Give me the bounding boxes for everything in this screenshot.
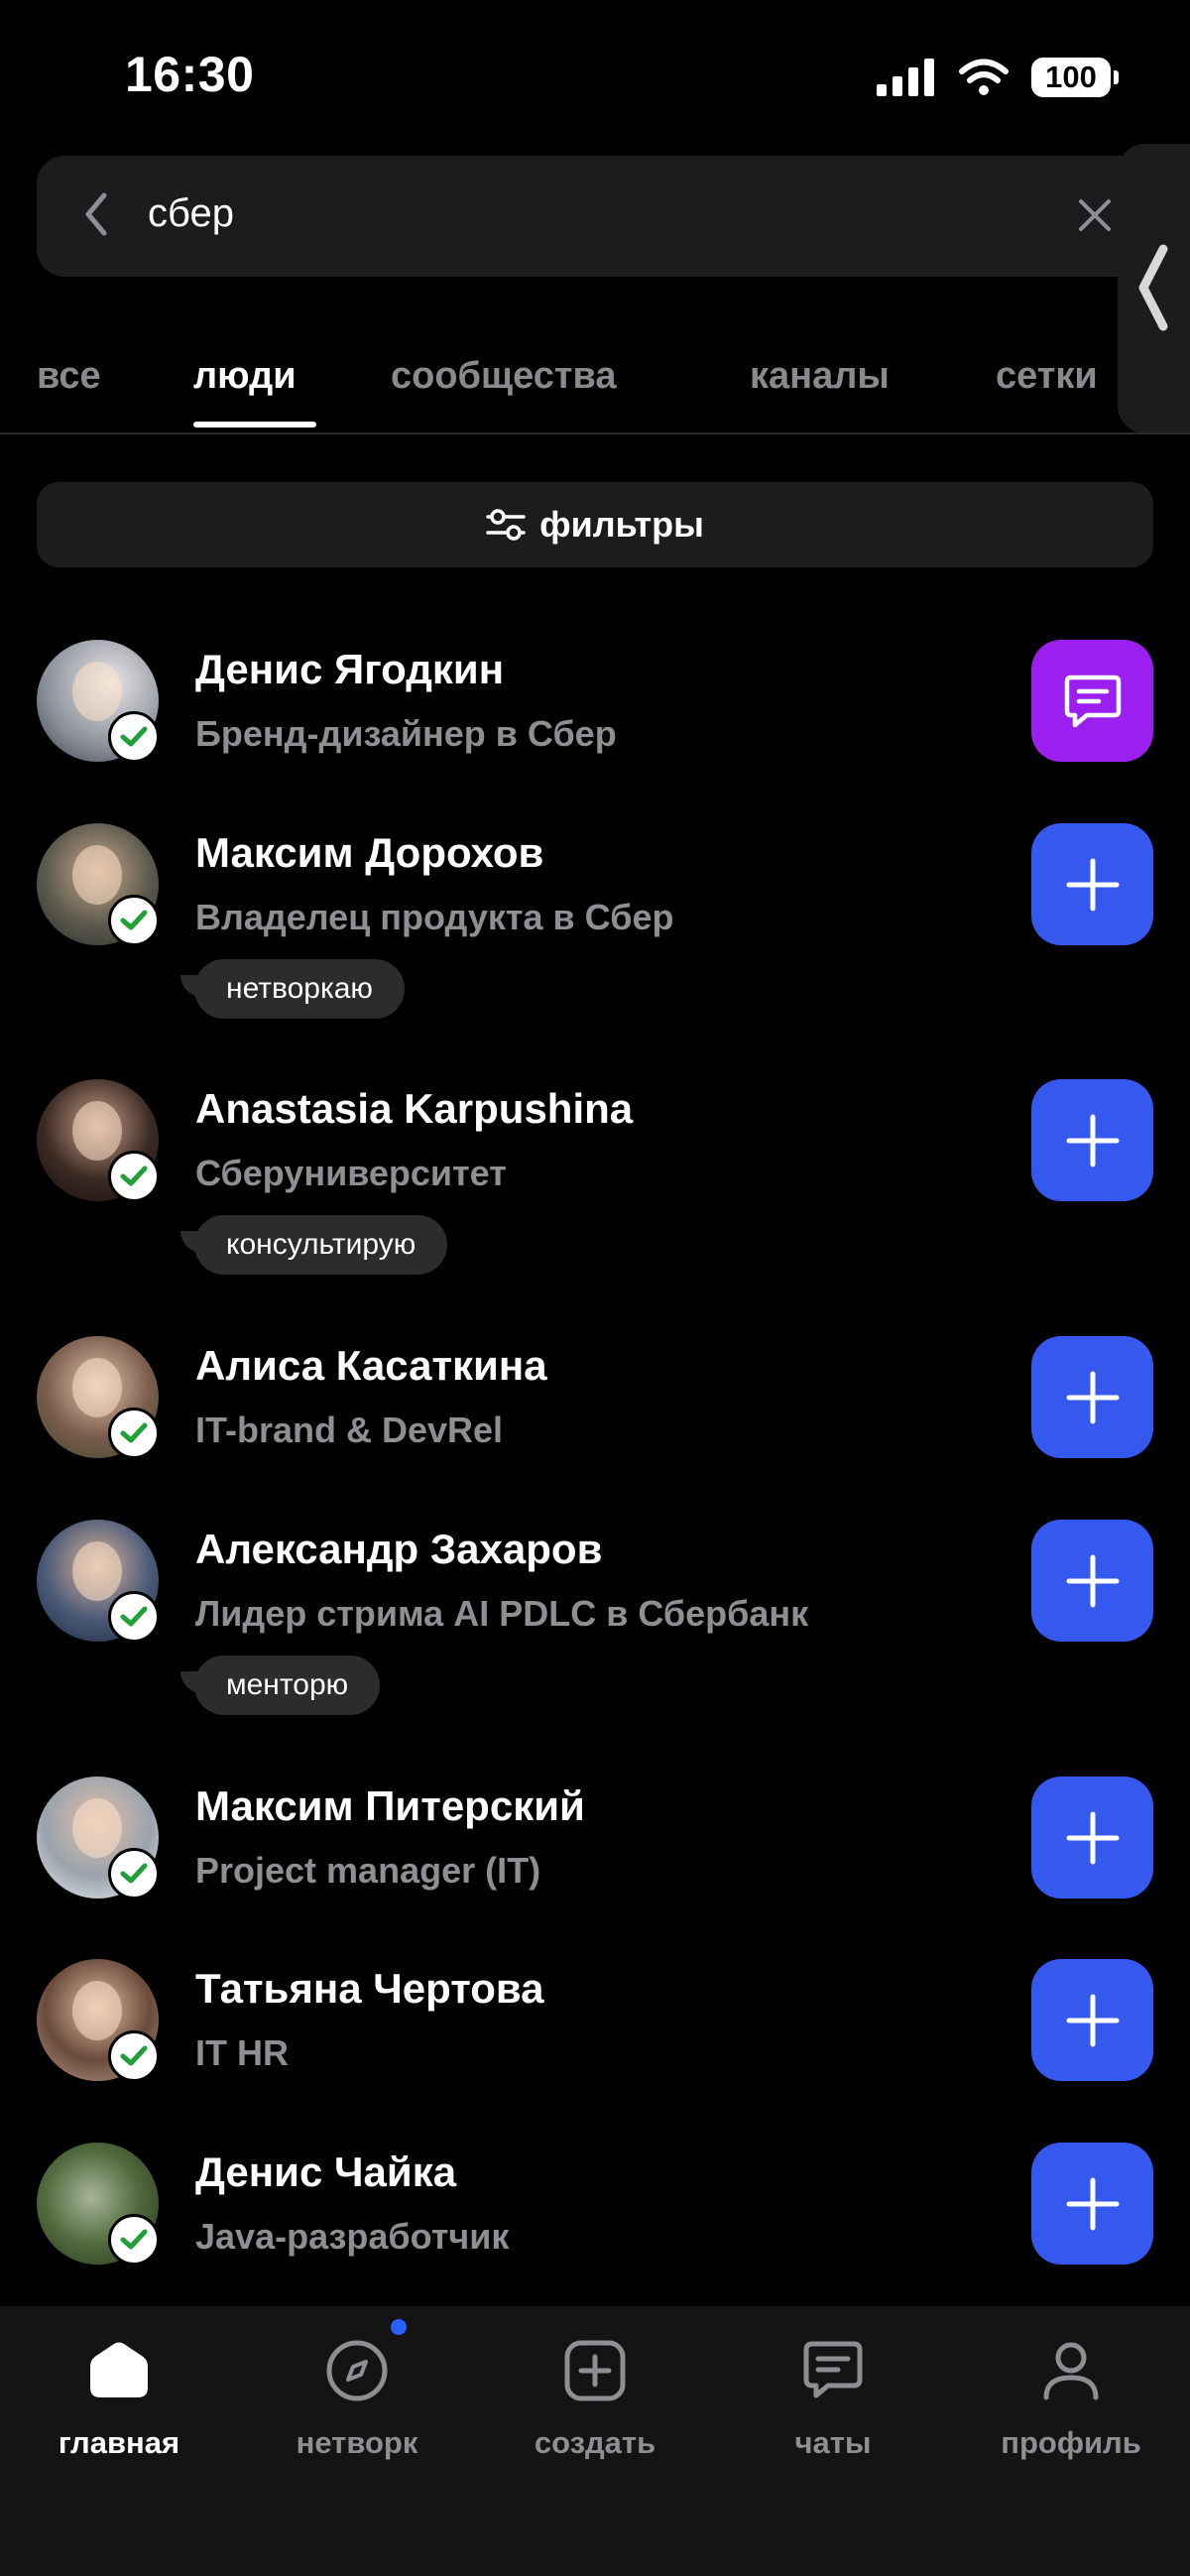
plus-icon [1066,1554,1119,1607]
nav-label-home: главная [58,2425,180,2460]
bottom-nav: главная нетворк создать чаты профиль [0,2306,1190,2576]
tab-communities[interactable]: сообщества [391,355,616,398]
filter-sliders-icon [486,509,526,541]
verified-badge-icon [108,2214,160,2266]
person-role: Сберуниверситет [195,1153,507,1193]
status-time: 16:30 [125,47,255,102]
category-tabs: все люди сообщества каналы сетки [0,337,1190,434]
add-contact-button[interactable] [1031,2143,1153,2265]
nav-label-chats: чаты [794,2425,872,2460]
profile-icon [1038,2338,1104,2403]
nav-item-create[interactable]: создать [476,2306,714,2505]
tab-all[interactable]: все [37,355,101,398]
message-icon [1064,675,1121,727]
verified-badge-icon [108,1151,160,1202]
avatar[interactable] [37,1336,160,1459]
search-bar[interactable]: сбер [37,156,1157,277]
nav-item-network[interactable]: нетворк [238,2306,476,2505]
avatar[interactable] [37,1777,160,1900]
add-contact-button[interactable] [1031,1777,1153,1899]
verified-badge-icon [108,1591,160,1643]
person-role: Java-разработчик [195,2216,510,2257]
clear-icon[interactable] [1076,196,1114,234]
nav-label-create: создать [534,2425,656,2460]
nav-item-chats[interactable]: чаты [714,2306,952,2505]
add-contact-button[interactable] [1031,1959,1153,2081]
plus-icon [1066,858,1119,911]
avatar[interactable] [37,823,160,946]
person-role: IT HR [195,2032,289,2073]
status-tag: консультирую [179,1215,448,1275]
person-name: Татьяна Чертова [195,1965,544,2012]
person-name: Anastasia Karpushina [195,1085,634,1132]
person-name: Александр Захаров [195,1526,603,1572]
tab-people[interactable]: люди [193,355,297,398]
person-role: Project manager (IT) [195,1850,541,1891]
verified-badge-icon [108,1848,160,1900]
add-contact-button[interactable] [1031,1336,1153,1458]
status-bar: 16:30 100 [0,0,1190,149]
nav-item-profile[interactable]: профиль [952,2306,1190,2505]
wifi-icon [959,59,1009,95]
status-tag: нетворкаю [180,959,405,1019]
avatar[interactable] [37,640,160,763]
person-role: Лидер стрима AI PDLC в Сбербанк [195,1593,809,1634]
plus-square-icon [562,2338,628,2403]
nav-label-network: нетворк [296,2425,418,2460]
cellular-signal-icon [877,59,934,96]
plus-icon [1066,1114,1119,1166]
search-input[interactable]: сбер [148,191,234,236]
person-role: IT-brand & DevRel [195,1410,504,1450]
person-name: Максим Питерский [195,1782,585,1829]
chevron-left-icon [1138,244,1168,331]
nav-label-profile: профиль [1001,2425,1141,2460]
tab-grids[interactable]: сетки [996,355,1098,398]
person-role: Бренд-дизайнер в Сбер [195,713,617,754]
plus-icon [1066,1811,1119,1864]
tab-channels[interactable]: каналы [750,355,890,398]
filters-button[interactable]: фильтры [37,482,1153,567]
active-tab-indicator [193,422,316,428]
verified-badge-icon [108,895,160,946]
add-contact-button[interactable] [1031,1520,1153,1642]
person-name: Денис Чайка [195,2148,457,2195]
person-role: Владелец продукта в Сбер [195,897,674,937]
verified-badge-icon [108,1408,160,1459]
add-contact-button[interactable] [1031,1079,1153,1201]
status-tag: менторю [179,1656,381,1715]
notification-dot [391,2319,407,2335]
filters-label: фильтры [539,504,704,545]
home-icon [86,2338,152,2403]
compass-icon [324,2338,390,2403]
verified-badge-icon [108,711,160,763]
plus-icon [1066,2177,1119,2230]
avatar[interactable] [37,1079,160,1202]
chat-icon [800,2338,866,2403]
plus-icon [1066,1994,1119,2046]
battery-indicator: 100 [1031,58,1119,97]
plus-icon [1066,1371,1119,1423]
nav-item-home[interactable]: главная [0,2306,238,2505]
verified-badge-icon [108,2030,160,2082]
message-button[interactable] [1031,640,1153,762]
status-icons: 100 [877,58,1119,97]
person-name: Алиса Касаткина [195,1342,547,1389]
person-name: Денис Ягодкин [195,646,505,692]
person-name: Максим Дорохов [195,829,544,876]
add-contact-button[interactable] [1031,823,1153,945]
avatar[interactable] [37,1959,160,2082]
avatar[interactable] [37,1520,160,1643]
back-chevron-icon[interactable] [82,189,110,239]
avatar[interactable] [37,2143,160,2266]
